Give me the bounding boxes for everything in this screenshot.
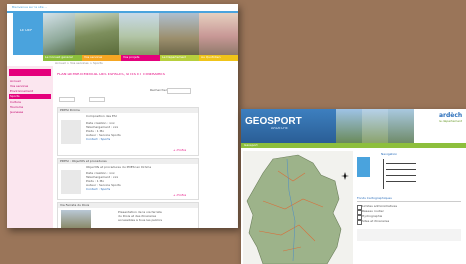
more-link[interactable]: + d'infos xyxy=(173,149,186,152)
tab-services[interactable]: Vos services xyxy=(82,55,121,61)
ardeche-brand-box: ardèch le département xyxy=(414,109,466,143)
panel-title[interactable]: PDESI : Objectifs et procédures xyxy=(60,160,107,163)
map-area[interactable] xyxy=(243,151,353,264)
panel-line: Auteur : Service Sports xyxy=(86,184,121,187)
tab-departement[interactable]: Le Département xyxy=(160,55,199,61)
tab-conseil[interactable]: Le Conseil général xyxy=(43,55,82,61)
main-nav: Le Conseil général Vos services Vos proj… xyxy=(43,55,238,61)
panel-line: Poids : 1 Mo xyxy=(86,180,105,183)
panel-header: PDESI Drôme xyxy=(58,108,198,113)
zoom-scale-line-1 xyxy=(386,163,416,164)
sidebar-header xyxy=(9,69,51,76)
zoom-slider-track[interactable] xyxy=(383,159,384,189)
more-link[interactable]: + d'infos xyxy=(173,194,186,197)
header-photo-1 xyxy=(43,13,75,55)
tab-projets[interactable]: Vos projets xyxy=(121,55,160,61)
ardeche-brand[interactable]: ardèch xyxy=(439,112,462,119)
panel-subtitle: Objectifs et procédures du PDESI en Drôm… xyxy=(86,166,152,169)
panel-contact-link[interactable]: Contact : Sports xyxy=(86,188,110,191)
right-website-screenshot: GÉOSPORT ARDÈCHE ardèch le département G… xyxy=(241,109,466,264)
layer-label: Sites et itinéraires xyxy=(362,220,390,223)
top-banner-text: Bienvenue sur le site ... xyxy=(12,6,48,9)
tab-label: Le Conseil général xyxy=(45,56,73,59)
header-photo-runner xyxy=(362,109,388,143)
department-shape xyxy=(246,154,342,264)
panel-line: Téléchargement : xxx xyxy=(86,176,119,179)
panel-contact-link[interactable]: Contact : Sports xyxy=(86,138,110,141)
sidebar-item-accueil[interactable]: Accueil xyxy=(10,80,21,83)
filter-select-1[interactable] xyxy=(59,97,75,102)
panel-line: accessibles à tous les publics xyxy=(118,219,163,222)
tab-label: Vos projets xyxy=(123,56,140,59)
panel-via-ferrata: Via Ferrata du Diois Présentation de la … xyxy=(57,202,199,228)
document-thumbnail[interactable] xyxy=(61,170,81,194)
layer-label: Limites administratives xyxy=(362,205,398,208)
sidebar-item-environnement[interactable]: Environnement xyxy=(10,90,33,93)
zoom-scale-line-2 xyxy=(386,169,416,170)
tab-label: Le Département xyxy=(162,56,187,59)
sidebar-item-services[interactable]: Vos services xyxy=(10,85,28,88)
geosport-logo[interactable]: GÉOSPORT xyxy=(245,116,302,127)
panel-line: Date création : xxx xyxy=(86,172,115,175)
panel-header: PDESI : Objectifs et procédures xyxy=(58,159,198,164)
zoom-scale-line-4 xyxy=(386,181,416,182)
geosport-logo-sub: ARDÈCHE xyxy=(271,127,289,130)
panel-pdesi-objectifs: PDESI : Objectifs et procédures Objectif… xyxy=(57,158,199,200)
header-photo-cyclist xyxy=(336,109,362,143)
layers-title: Fonds Cartographiques xyxy=(357,197,392,200)
panel-line: Poids : 1 Mo xyxy=(86,130,105,133)
breadcrumb: Accueil > Vos services > Sports xyxy=(55,62,103,65)
panel-line: Date création : xxx xyxy=(86,122,115,125)
filter-select-2[interactable] xyxy=(89,97,105,102)
document-thumbnail[interactable] xyxy=(61,120,81,144)
legend-box xyxy=(357,229,461,241)
panel-line: Présentation de la via ferrata xyxy=(118,211,162,214)
tab-label: Vos services xyxy=(84,56,103,59)
overview-map[interactable] xyxy=(357,157,370,177)
header-photo-4 xyxy=(159,13,199,55)
panel-line: Auteur : Service Sports xyxy=(86,134,121,137)
panel-subtitle: Composition des ESI xyxy=(86,115,117,118)
geosport-header: GÉOSPORT ARDÈCHE ardèch le département xyxy=(241,109,466,143)
compass-icon xyxy=(341,165,349,180)
via-ferrata-photo[interactable] xyxy=(61,210,91,228)
tab-label: Au Quotidien xyxy=(201,56,221,59)
zoom-scale-line-3 xyxy=(386,175,416,176)
search-input[interactable] xyxy=(167,88,191,94)
header-photo-3 xyxy=(119,13,159,55)
sidebar-item-tourisme[interactable]: Tourisme xyxy=(10,106,23,109)
panel-line: du Diois et des itinéraires xyxy=(118,215,157,218)
layer-label: Hydrographie xyxy=(362,215,383,218)
header-photo-kayak xyxy=(388,109,414,143)
sidebar-item-jeunesse[interactable]: Jeunesse xyxy=(10,111,23,114)
header-photo-5 xyxy=(199,13,238,55)
tab-quotidien[interactable]: Au Quotidien xyxy=(199,55,238,61)
navigation-title: Navigation xyxy=(381,153,398,156)
panel-title[interactable]: PDESI Drôme xyxy=(60,109,80,112)
panel-header: Via Ferrata du Diois xyxy=(58,203,198,208)
ardeche-map-svg xyxy=(246,154,342,264)
header-photo-cyclist xyxy=(75,13,119,55)
sidebar-item-sports[interactable]: Sports xyxy=(10,95,20,98)
logo-text: LE DÉP xyxy=(20,29,33,32)
left-website-screenshot: Bienvenue sur le site ... LE DÉP Le Cons… xyxy=(7,4,238,228)
ardeche-brand-sub: le département xyxy=(439,120,463,123)
search-label: Rechercher xyxy=(150,89,167,92)
layer-label: Réseau routier xyxy=(362,210,384,213)
layers-divider xyxy=(357,201,461,202)
panel-title[interactable]: Via Ferrata du Diois xyxy=(60,204,89,207)
menu-label[interactable]: Géosport xyxy=(244,144,258,147)
panel-line: Téléchargement : xxx xyxy=(86,126,119,129)
panel-pdesi-drome: PDESI Drôme Composition des ESI Date cré… xyxy=(57,107,199,156)
sidebar: Accueil Vos services Environnement Sport… xyxy=(7,66,53,228)
department-logo[interactable]: LE DÉP xyxy=(13,13,43,55)
top-banner-bar: Bienvenue sur le site ... xyxy=(7,4,238,11)
page-title: PLAN DÉPARTEMENTAL DES ESPACES, SITES ET… xyxy=(57,73,165,76)
geosport-menu-bar: Géosport xyxy=(241,143,466,148)
sidebar-item-culture[interactable]: Culture xyxy=(10,101,21,104)
